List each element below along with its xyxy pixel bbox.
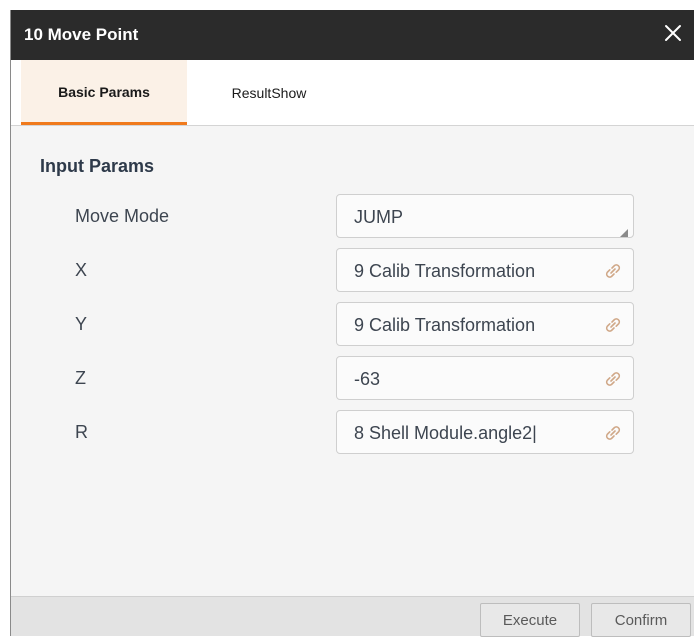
param-value: 9 Calib Transformation <box>354 315 536 335</box>
param-value: -63 <box>354 369 381 389</box>
dialog-title: 10 Move Point <box>24 25 139 44</box>
param-value: JUMP <box>354 207 403 227</box>
link-icon[interactable] <box>603 369 623 389</box>
confirm-button[interactable]: Confirm <box>591 603 691 637</box>
dialog-footer: Execute Confirm <box>11 596 694 637</box>
z-field[interactable]: -63 <box>336 356 634 400</box>
param-row-move-mode: Move Mode JUMP <box>11 194 694 242</box>
param-label: R <box>75 422 88 442</box>
move-mode-select[interactable]: JUMP <box>336 194 634 238</box>
param-row-r: R 8 Shell Module.angle2| <box>11 410 694 458</box>
execute-button[interactable]: Execute <box>480 603 580 637</box>
param-row-z: Z -63 <box>11 356 694 404</box>
dropdown-arrow-icon <box>620 224 628 237</box>
params-panel: Input Params Move Mode JUMP X 9 Calib Tr… <box>11 126 694 596</box>
param-label: Z <box>75 368 86 388</box>
link-icon[interactable] <box>603 261 623 281</box>
param-row-x: X 9 Calib Transformation <box>11 248 694 296</box>
close-icon[interactable] <box>662 22 684 44</box>
param-value: 9 Calib Transformation <box>354 261 536 281</box>
param-label: X <box>75 260 88 280</box>
title-bar: 10 Move Point <box>11 10 694 60</box>
tab-result-show[interactable]: ResultShow <box>207 60 331 125</box>
tab-basic-params[interactable]: Basic Params <box>21 60 187 125</box>
param-value: 8 Shell Module.angle2| <box>354 423 537 443</box>
move-point-dialog: 10 Move Point Basic Params ResultShow In… <box>10 10 694 637</box>
section-title: Input Params <box>40 156 155 176</box>
link-icon[interactable] <box>603 315 623 335</box>
r-field[interactable]: 8 Shell Module.angle2| <box>336 410 634 454</box>
param-label: Y <box>75 314 88 334</box>
x-field[interactable]: 9 Calib Transformation <box>336 248 634 292</box>
tab-label: Basic Params <box>58 84 150 100</box>
tab-bar: Basic Params ResultShow <box>11 60 694 126</box>
y-field[interactable]: 9 Calib Transformation <box>336 302 634 346</box>
param-row-y: Y 9 Calib Transformation <box>11 302 694 350</box>
tab-label: ResultShow <box>231 84 307 101</box>
param-label: Move Mode <box>75 206 170 226</box>
link-icon[interactable] <box>603 423 623 443</box>
